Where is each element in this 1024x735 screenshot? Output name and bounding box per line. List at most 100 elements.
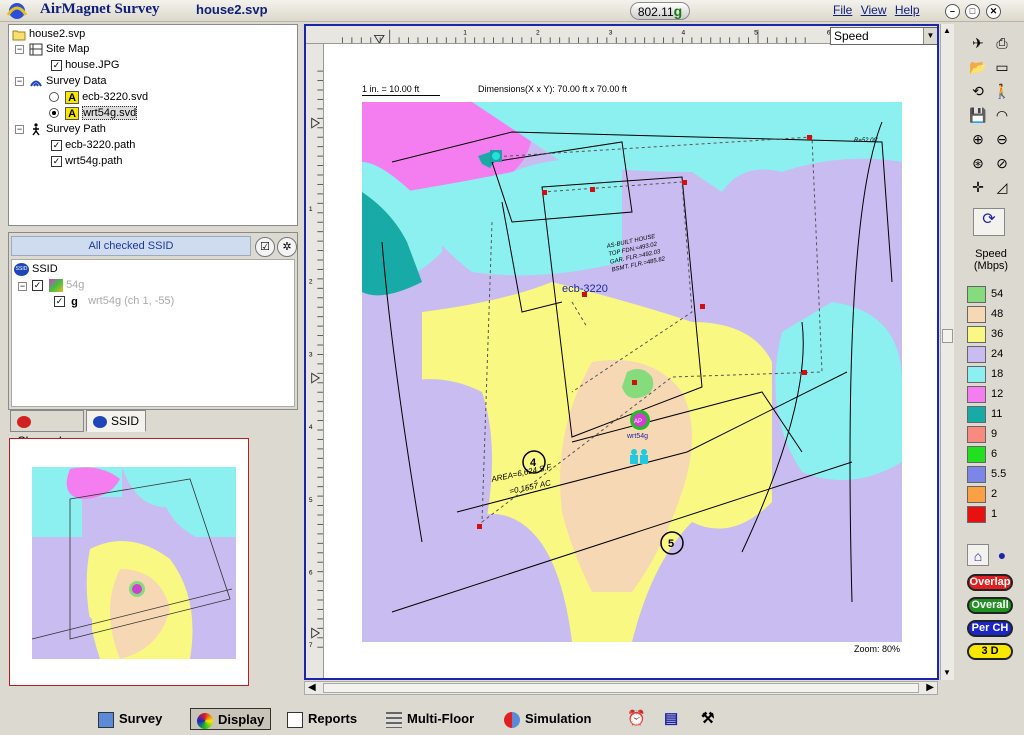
checkbox-checked[interactable]: ✓ bbox=[51, 139, 62, 151]
tab-display[interactable]: Display bbox=[190, 708, 272, 730]
legend-swatch bbox=[967, 286, 986, 303]
tree-path-file-1[interactable]: ✓ ecb-3220.path bbox=[51, 138, 135, 153]
alarm-icon[interactable]: ⏰ bbox=[627, 708, 646, 730]
open-icon[interactable]: 📂 bbox=[967, 56, 989, 78]
tree-path-file-2[interactable]: ✓ wrt54g.path bbox=[51, 154, 123, 169]
tab-simulation[interactable]: Simulation bbox=[504, 708, 591, 730]
coverage-heatmap: AP wrt54g ecb-3220 4 5 AREA=6,624 S.F. =… bbox=[362, 102, 902, 642]
check-all-icon[interactable]: ☑ bbox=[255, 237, 275, 257]
menu-file[interactable]: File bbox=[833, 3, 852, 17]
legend-value: 12 bbox=[991, 388, 1004, 400]
airmagnet-logo-icon bbox=[6, 3, 28, 19]
vertical-scrollbar[interactable]: ▲ ▼ bbox=[940, 24, 954, 680]
ssid-group[interactable]: ✓ 54g bbox=[32, 278, 84, 293]
3d-button[interactable]: 3 D bbox=[967, 643, 1013, 660]
ruler-label: 7 bbox=[309, 642, 313, 649]
walker-icon bbox=[32, 122, 40, 136]
ruler-label: 3 bbox=[309, 351, 313, 358]
save-icon[interactable]: ▭ bbox=[991, 56, 1013, 78]
ruler-label: 5 bbox=[309, 497, 313, 504]
zoom-area-icon[interactable]: ⊛ bbox=[967, 152, 989, 174]
crosshair-icon[interactable]: ✛ bbox=[967, 176, 989, 198]
overall-button[interactable]: Overall bbox=[967, 597, 1013, 614]
checkbox-checked[interactable]: ✓ bbox=[51, 155, 62, 167]
ruler-label: 4 bbox=[681, 30, 685, 37]
tree-survey-file-2[interactable]: Awrt54g.svd bbox=[49, 106, 138, 121]
checkbox-checked[interactable]: ✓ bbox=[54, 295, 65, 307]
tab-survey[interactable]: Survey bbox=[98, 708, 162, 730]
walker-icon[interactable]: 🚶 bbox=[991, 80, 1013, 102]
radio-button-selected[interactable] bbox=[49, 108, 59, 119]
map-tool-icon[interactable]: ✈ bbox=[967, 32, 989, 54]
tree-survey-path[interactable]: Survey Path bbox=[29, 122, 106, 137]
overlap-button[interactable]: Overlap bbox=[967, 574, 1013, 591]
legend-value: 2 bbox=[991, 488, 998, 500]
collapse-icon[interactable]: − bbox=[15, 45, 24, 54]
clipboard-icon[interactable]: ▤ bbox=[664, 708, 678, 730]
signal-icon[interactable]: ◠ bbox=[991, 104, 1013, 126]
legend-item: 5.5 bbox=[967, 465, 1023, 484]
document-icon bbox=[287, 711, 303, 728]
legend-value: 48 bbox=[991, 308, 1004, 320]
ruler-marker-icon bbox=[311, 372, 321, 384]
tree-site-map-file[interactable]: ✓ house.JPG bbox=[51, 58, 119, 73]
legend-value: 6 bbox=[991, 448, 998, 460]
minimap-heatmap bbox=[31, 467, 236, 659]
menu-view[interactable]: View bbox=[861, 3, 887, 17]
antenna-icon[interactable]: ✲ bbox=[277, 237, 297, 257]
refresh-icon[interactable]: ⟳ bbox=[973, 208, 1005, 236]
tree-site-map[interactable]: Site Map bbox=[29, 42, 89, 57]
scroll-thumb-h[interactable] bbox=[323, 683, 919, 693]
house-view-icon[interactable]: ⌂ bbox=[967, 544, 989, 566]
tree-root[interactable]: house2.svp bbox=[12, 27, 85, 42]
legend-item: 12 bbox=[967, 385, 1023, 404]
scroll-thumb[interactable] bbox=[942, 329, 953, 343]
restore-icon[interactable]: □ bbox=[965, 4, 980, 19]
radio-button[interactable] bbox=[49, 92, 59, 103]
menu-bar: File View Help bbox=[833, 3, 925, 17]
zoom-in-icon[interactable]: ⊕ bbox=[967, 128, 989, 150]
checkbox-checked[interactable]: ✓ bbox=[32, 279, 43, 291]
floors-icon bbox=[386, 711, 402, 728]
per-channel-button[interactable]: Per CH bbox=[967, 620, 1013, 637]
scroll-down-icon[interactable]: ▼ bbox=[942, 668, 952, 678]
ruler-icon[interactable]: ◿ bbox=[991, 176, 1013, 198]
ap-icon: A bbox=[65, 90, 80, 104]
chevron-down-icon[interactable]: ▼ bbox=[923, 28, 937, 44]
walk-path-icon[interactable]: ⟲ bbox=[967, 80, 989, 102]
tab-channel[interactable]: Channel bbox=[10, 410, 84, 448]
tab-ssid[interactable]: SSID bbox=[86, 410, 146, 432]
tools-icon[interactable]: ⚒ bbox=[701, 708, 714, 730]
scroll-left-icon[interactable]: ◀ bbox=[308, 682, 316, 693]
legend-item: 1 bbox=[967, 505, 1023, 524]
ssid-icon bbox=[93, 415, 107, 428]
legend-item: 18 bbox=[967, 365, 1023, 384]
scroll-right-icon[interactable]: ▶ bbox=[926, 682, 934, 693]
collapse-icon[interactable]: − bbox=[18, 282, 27, 291]
zoom-out-icon[interactable]: ⊖ bbox=[991, 128, 1013, 150]
menu-help[interactable]: Help bbox=[895, 3, 920, 17]
tree-survey-data[interactable]: Survey Data bbox=[29, 74, 107, 89]
zoom-label: Zoom: 80% bbox=[854, 644, 901, 654]
sphere-icon[interactable]: ● bbox=[991, 544, 1013, 566]
tab-reports[interactable]: Reports bbox=[287, 708, 357, 730]
survey-view[interactable]: 1234567 12345678 Speed▼ 1 in. = 10.00 ft… bbox=[304, 24, 939, 680]
minimize-icon[interactable]: – bbox=[945, 4, 960, 19]
horizontal-scrollbar[interactable]: ◀ ▶ bbox=[304, 681, 938, 695]
legend-swatch bbox=[967, 406, 986, 423]
zoom-fit-icon[interactable]: ⊘ bbox=[991, 152, 1013, 174]
close-icon[interactable]: ✕ bbox=[986, 4, 1001, 19]
scale-label: 1 in. = 10.00 ft bbox=[362, 84, 440, 96]
ssid-ap[interactable]: ✓ g wrt54g (ch 1, -55) bbox=[54, 294, 174, 309]
checkbox-checked[interactable]: ✓ bbox=[51, 59, 62, 71]
tab-multi-floor[interactable]: Multi-Floor bbox=[386, 708, 474, 730]
ssid-root[interactable]: SSID SSID bbox=[14, 262, 58, 277]
collapse-icon[interactable]: − bbox=[15, 125, 24, 134]
collapse-icon[interactable]: − bbox=[15, 77, 24, 86]
scroll-up-icon[interactable]: ▲ bbox=[942, 26, 952, 36]
print-icon[interactable]: ⎙ bbox=[991, 32, 1013, 54]
overview-minimap[interactable] bbox=[9, 438, 249, 686]
tree-survey-file-1[interactable]: Aecb-3220.svd bbox=[49, 90, 148, 105]
speed-select[interactable]: Speed ▼ bbox=[830, 27, 937, 45]
floppy-icon[interactable]: 💾 bbox=[967, 104, 989, 126]
